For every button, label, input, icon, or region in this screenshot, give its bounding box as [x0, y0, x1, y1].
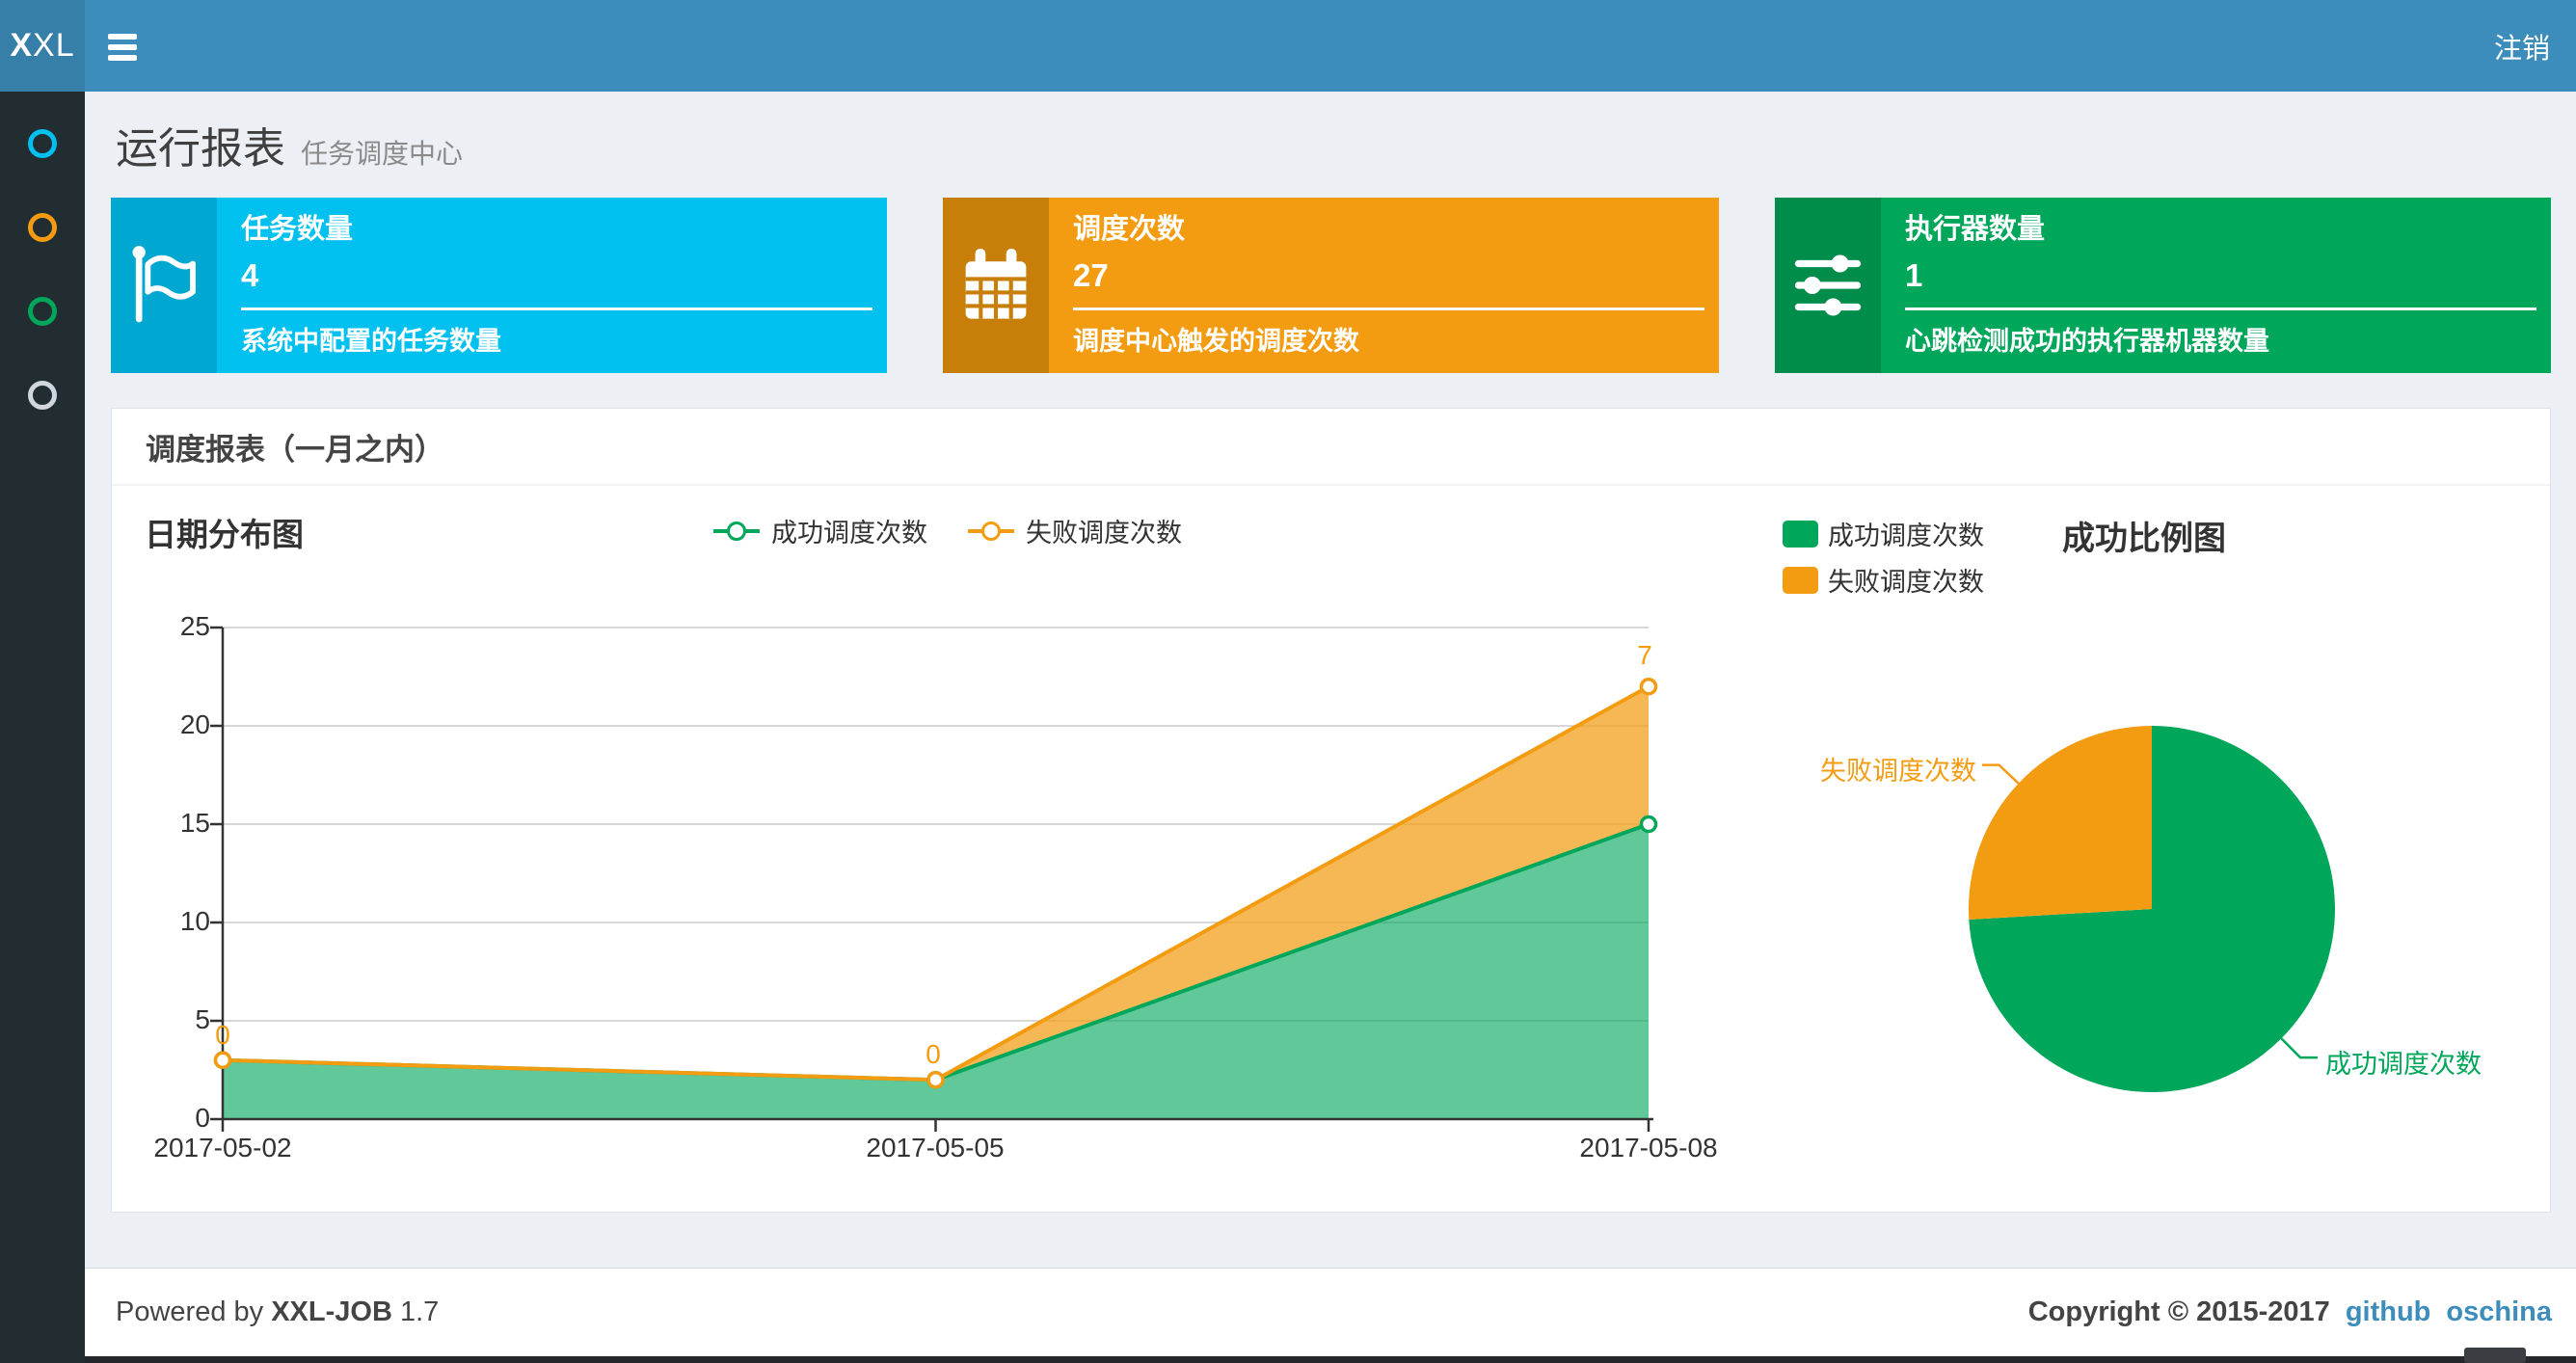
line-area-chart-canvas — [210, 626, 1658, 1132]
page-header: 运行报表 任务调度中心 — [116, 114, 463, 175]
sidebar-item-2[interactable] — [0, 185, 85, 269]
pie-callout-line-success — [2280, 1037, 2318, 1059]
stat-card-desc: 心跳检测成功的执行器机器数量 — [1905, 327, 2269, 357]
page-subtitle: 任务调度中心 — [301, 139, 464, 169]
data-point-label: 7 — [1637, 640, 1652, 670]
circle-o-icon — [28, 128, 57, 158]
y-axis-tick: 25 — [179, 611, 210, 641]
app-logo[interactable]: X XL — [0, 0, 85, 92]
product-name: XXL-JOB — [271, 1296, 392, 1327]
y-axis-tick: 10 — [179, 906, 210, 936]
powered-by: Powered by XXL-JOB 1.7 — [116, 1296, 440, 1327]
stat-card-triggers: 调度次数 27 调度中心触发的调度次数 — [943, 198, 1719, 373]
x-axis-label: 2017-05-02 — [153, 1133, 292, 1163]
circle-o-icon — [28, 380, 57, 410]
sliders-icon — [1775, 198, 1881, 373]
pie-chart-title: 成功比例图 — [2062, 521, 2226, 557]
hamburger-icon — [108, 34, 137, 40]
github-link[interactable]: github — [2346, 1296, 2431, 1328]
pie-chart-canvas — [1968, 726, 2335, 1092]
sidebar-item-3[interactable] — [0, 269, 85, 353]
collapsed-sidebar — [0, 92, 85, 1363]
stat-card-desc: 调度中心触发的调度次数 — [1073, 327, 1359, 357]
panel-title: 调度报表（一月之内） — [112, 409, 2550, 486]
stat-card-value: 4 — [241, 256, 259, 293]
calendar-icon — [943, 198, 1049, 373]
legend-swatch-icon — [1783, 566, 1818, 594]
window-bottom-edge — [0, 1356, 2576, 1363]
app-logo-text: X — [10, 27, 34, 64]
stat-card-value: 27 — [1073, 256, 1109, 293]
stat-card-title: 任务数量 — [241, 214, 354, 245]
horizontal-scrollbar-thumb[interactable] — [2464, 1348, 2526, 1363]
circle-o-icon — [28, 296, 57, 326]
footer: Powered by XXL-JOB 1.7 Copyright © 2015-… — [0, 1268, 2576, 1356]
pie-callout-fail: 失败调度次数 — [1820, 757, 1976, 786]
circle-o-icon — [28, 212, 57, 242]
sidebar-toggle-button[interactable] — [85, 0, 160, 92]
stat-card-value: 1 — [1905, 256, 1923, 293]
data-point-label: 0 — [926, 1039, 941, 1069]
stat-card-title: 执行器数量 — [1905, 214, 2046, 245]
x-axis-label: 2017-05-08 — [1579, 1133, 1718, 1163]
pie-slice-fail[interactable] — [1968, 726, 2152, 920]
logout-link[interactable]: 注销 — [2494, 0, 2550, 92]
stat-card-jobs: 任务数量 4 系统中配置的任务数量 — [111, 198, 887, 373]
divider — [241, 307, 872, 311]
oschina-link[interactable]: oschina — [2446, 1296, 2552, 1328]
legend-swatch-icon — [1783, 520, 1818, 548]
stat-card-desc: 系统中配置的任务数量 — [241, 327, 501, 357]
page-title: 运行报表 — [116, 125, 285, 173]
top-navbar: X XL 注销 — [0, 0, 2576, 92]
sidebar-item-1[interactable] — [0, 101, 85, 185]
y-axis-tick: 20 — [179, 709, 210, 739]
y-axis-tick: 0 — [195, 1103, 210, 1133]
stat-card-title: 调度次数 — [1073, 214, 1186, 245]
divider — [1073, 307, 1704, 311]
pie-legend-item-fail[interactable]: 失败调度次数 — [1783, 561, 1984, 599]
data-point-label: 0 — [215, 1020, 230, 1050]
pie-callout-line-fail — [1982, 763, 2020, 785]
copyright: Copyright © 2015-2017 github oschina — [2027, 1296, 2552, 1328]
y-axis-tick: 15 — [179, 808, 210, 838]
pie-legend-item-success[interactable]: 成功调度次数 — [1783, 515, 1984, 552]
pie-callout-success: 成功调度次数 — [2325, 1050, 2482, 1079]
stat-card-executors: 执行器数量 1 心跳检测成功的执行器机器数量 — [1775, 198, 2551, 373]
sidebar-item-4[interactable] — [0, 353, 85, 437]
divider — [1905, 307, 2536, 311]
x-axis-label: 2017-05-05 — [866, 1133, 1005, 1163]
flag-icon — [111, 198, 217, 373]
